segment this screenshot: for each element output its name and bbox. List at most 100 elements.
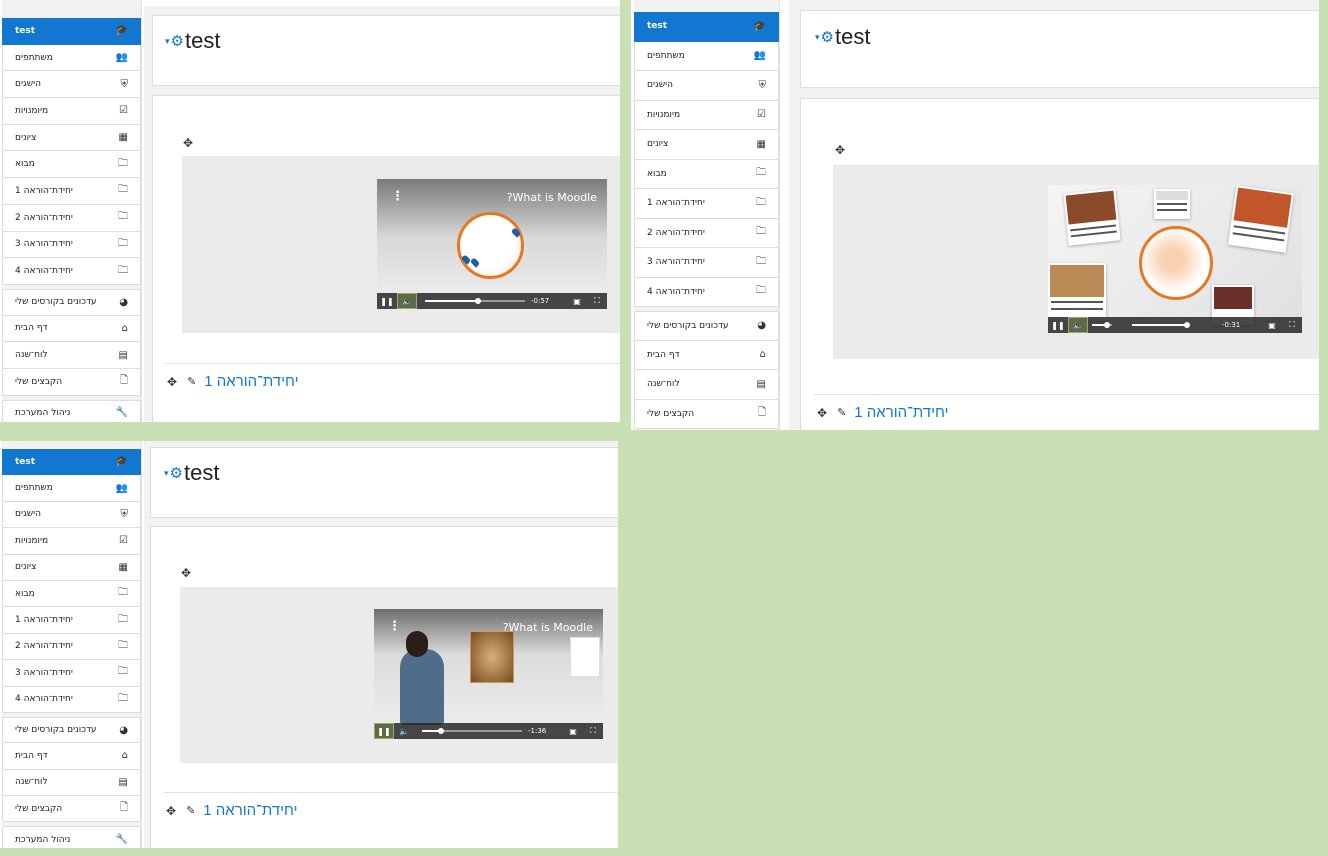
nav-item[interactable]: מיומנויות ☑: [2, 98, 141, 125]
nav-item[interactable]: יחידת־הוראה 1 🗀: [2, 178, 141, 205]
nav-item[interactable]: עדכונים בקורסים שלי ◕: [634, 311, 779, 341]
nav-item[interactable]: לוח־שנה ▤: [2, 769, 141, 797]
nav-item[interactable]: ניהול המערכת 🔧: [2, 399, 141, 422]
video-player[interactable]: ⋮ ?What is Moodle ❚❚ 🔈 -1:36 ▣ ⛶: [374, 609, 603, 739]
nav-item[interactable]: לוח־שנה ▤: [2, 342, 141, 369]
video-title: ?What is Moodle: [506, 191, 597, 204]
picture-in-picture-icon[interactable]: ▣: [563, 723, 583, 739]
progress-bar[interactable]: [1132, 322, 1190, 328]
nav-item[interactable]: ציונים ▦: [634, 130, 779, 160]
nav-item[interactable]: יחידת־הוראה 4 🗀: [2, 258, 141, 285]
nav-item-label: יחידת־הוראה 3: [15, 239, 73, 250]
nav-item-label: test: [15, 25, 36, 36]
video-menu-icon[interactable]: ⋮: [388, 619, 401, 634]
section-link[interactable]: יחידת־הוראה 1: [204, 373, 298, 390]
nav-item-label: דף הבית: [647, 349, 680, 360]
caret-down-icon[interactable]: ▾: [165, 36, 170, 47]
pause-icon[interactable]: ❚❚: [1048, 317, 1068, 333]
video-title: ?What is Moodle: [502, 621, 593, 634]
nav-item[interactable]: עדכונים בקורסים שלי ◕: [2, 716, 141, 744]
folder-icon: 🗀: [756, 255, 766, 267]
nav-item[interactable]: יחידת־הוראה 2 🗀: [634, 218, 779, 248]
nav-item[interactable]: ניהול המערכת 🔧: [2, 826, 141, 848]
nav-item[interactable]: יחידת־הוראה 4 🗀: [2, 686, 141, 713]
pencil-icon[interactable]: ✎: [837, 406, 846, 419]
nav-item-label: ציונים: [15, 562, 37, 573]
move-icon[interactable]: ✥: [817, 406, 827, 420]
nav-item[interactable]: לוח־שנה ▤: [634, 370, 779, 400]
nav-item[interactable]: יחידת־הוראה 4 🗀: [634, 277, 779, 307]
nav-item[interactable]: משתתפים 👥: [634, 41, 779, 71]
move-icon[interactable]: ✥: [183, 136, 193, 150]
progress-bar[interactable]: [425, 298, 525, 304]
move-icon[interactable]: ✥: [166, 804, 176, 818]
moodle-screenshot-2: test 🎓 משתתפים 👥 הישגים ⛨ מיומנויות ☑ ציונים ▦ מבו…: [631, 0, 1319, 430]
nav-item[interactable]: מיומנויות ☑: [634, 100, 779, 130]
volume-icon[interactable]: 🔈: [397, 293, 417, 309]
move-icon[interactable]: ✥: [835, 143, 845, 157]
nav-item-label: מבוא: [15, 159, 35, 170]
fullscreen-icon[interactable]: ⛶: [587, 293, 607, 309]
nav-item[interactable]: דף הבית ⌂: [2, 315, 141, 343]
video-player[interactable]: ❚❚ 🔈 -0:31 ▣ ⛶: [1048, 185, 1302, 333]
nav-item[interactable]: מבוא 🗀: [2, 151, 141, 179]
section-link[interactable]: יחידת־הוראה 1: [203, 802, 297, 819]
file-icon: 🗋: [119, 802, 128, 814]
nav-item[interactable]: יחידת־הוראה 3 🗀: [2, 231, 141, 259]
gear-icon[interactable]: ⚙: [171, 32, 184, 50]
picture-in-picture-icon[interactable]: ▣: [1262, 317, 1282, 333]
gear-icon[interactable]: ⚙: [170, 464, 183, 482]
calendar-graphic: [570, 637, 600, 677]
users-icon: 👥: [753, 50, 766, 62]
nav-item[interactable]: test 🎓: [634, 12, 779, 42]
caret-down-icon[interactable]: ▾: [815, 32, 820, 43]
pencil-icon[interactable]: ✎: [187, 375, 196, 388]
nav-item[interactable]: הישגים ⛨: [634, 71, 779, 101]
volume-icon[interactable]: 🔈: [394, 723, 414, 739]
nav-item[interactable]: מבוא 🗀: [2, 580, 141, 608]
pause-icon[interactable]: ❚❚: [374, 723, 394, 739]
nav-item[interactable]: הישגים ⛨: [2, 501, 141, 529]
nav-item[interactable]: יחידת־הוראה 2 🗀: [2, 633, 141, 661]
move-icon[interactable]: ✥: [167, 375, 177, 389]
nav-item-label: מבוא: [15, 588, 35, 599]
volume-slider[interactable]: [1092, 322, 1112, 328]
pencil-icon[interactable]: ✎: [186, 804, 195, 817]
nav-item[interactable]: test 🎓: [2, 18, 141, 45]
nav-item[interactable]: דף הבית ⌂: [2, 743, 141, 770]
nav-item[interactable]: דף הבית ⌂: [634, 340, 779, 370]
picture-in-picture-icon[interactable]: ▣: [567, 293, 587, 309]
nav-item[interactable]: עדכונים בקורסים שלי ◕: [2, 288, 141, 316]
gear-icon[interactable]: ⚙: [821, 28, 834, 46]
fullscreen-icon[interactable]: ⛶: [583, 723, 603, 739]
nav-item[interactable]: יחידת־הוראה 1 🗀: [634, 189, 779, 219]
video-player[interactable]: ⋮ ?What is Moodle ❚❚ 🔈 -0:57 ▣ ⛶: [377, 179, 607, 309]
nav-item[interactable]: הישגים ⛨: [2, 71, 141, 99]
nav-item[interactable]: יחידת־הוראה 1 🗀: [2, 607, 141, 634]
nav-item[interactable]: test 🎓: [2, 449, 141, 476]
section-link[interactable]: יחידת־הוראה 1: [854, 404, 948, 421]
nav-item[interactable]: מיומנויות ☑: [2, 528, 141, 555]
video-menu-icon[interactable]: ⋮: [391, 189, 404, 204]
video-controls: ❚❚ 🔈 -0:57 ▣ ⛶: [377, 293, 607, 309]
nav-item[interactable]: הקבצים שלי 🗋: [2, 368, 141, 396]
nav-item[interactable]: הקבצים שלי 🗋: [634, 399, 779, 429]
fullscreen-icon[interactable]: ⛶: [1282, 317, 1302, 333]
nav-item[interactable]: משתתפים 👥: [2, 475, 141, 502]
nav-item[interactable]: ציונים ▦: [2, 554, 141, 581]
nav-item-label: יחידת־הוראה 3: [647, 257, 705, 268]
nav-item[interactable]: ציונים ▦: [2, 124, 141, 152]
move-icon[interactable]: ✥: [181, 566, 191, 580]
nav-item[interactable]: מבוא 🗀: [634, 159, 779, 189]
dashboard-icon: ◕: [757, 320, 766, 332]
nav-item[interactable]: יחידת־הוראה 3 🗀: [2, 660, 141, 687]
caret-down-icon[interactable]: ▾: [164, 468, 169, 479]
nav-item[interactable]: יחידת־הוראה 2 🗀: [2, 204, 141, 232]
progress-bar[interactable]: [422, 728, 522, 734]
photo-card: [1048, 263, 1106, 321]
pause-icon[interactable]: ❚❚: [377, 293, 397, 309]
nav-item[interactable]: יחידת־הוראה 3 🗀: [634, 248, 779, 278]
volume-icon[interactable]: 🔈: [1068, 317, 1088, 333]
nav-item[interactable]: הקבצים שלי 🗋: [2, 796, 141, 823]
nav-item[interactable]: משתתפים 👥: [2, 44, 141, 72]
